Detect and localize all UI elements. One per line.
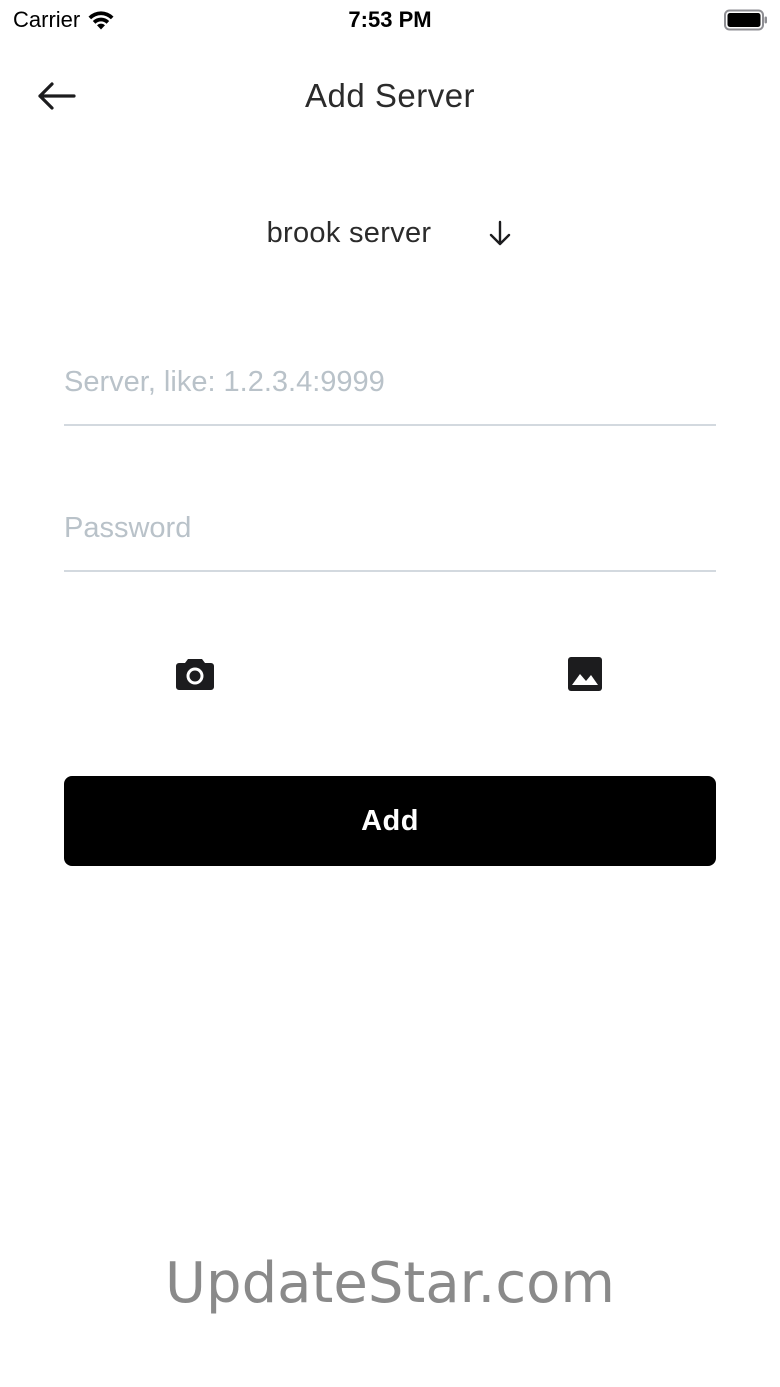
watermark-text: UpdateStar.com — [165, 1251, 615, 1316]
camera-icon — [176, 659, 214, 690]
arrow-down-icon — [490, 220, 511, 246]
image-icon — [568, 657, 602, 691]
scan-camera-button[interactable] — [165, 644, 225, 704]
status-time: 7:53 PM — [348, 7, 432, 32]
server-input[interactable] — [64, 354, 716, 410]
password-field — [64, 500, 716, 572]
page-title: Add Server — [304, 77, 476, 114]
add-button[interactable]: Add — [64, 776, 716, 866]
status-bar: Carrier 7:53 PM — [0, 0, 780, 40]
server-field — [64, 354, 716, 426]
password-input[interactable] — [64, 500, 716, 556]
battery-icon — [724, 9, 767, 31]
server-type-dropdown[interactable]: brook server — [0, 208, 780, 258]
pick-image-button[interactable] — [555, 644, 615, 704]
server-type-label: brook server — [266, 217, 432, 249]
nav-bar: Add Server — [0, 56, 780, 136]
